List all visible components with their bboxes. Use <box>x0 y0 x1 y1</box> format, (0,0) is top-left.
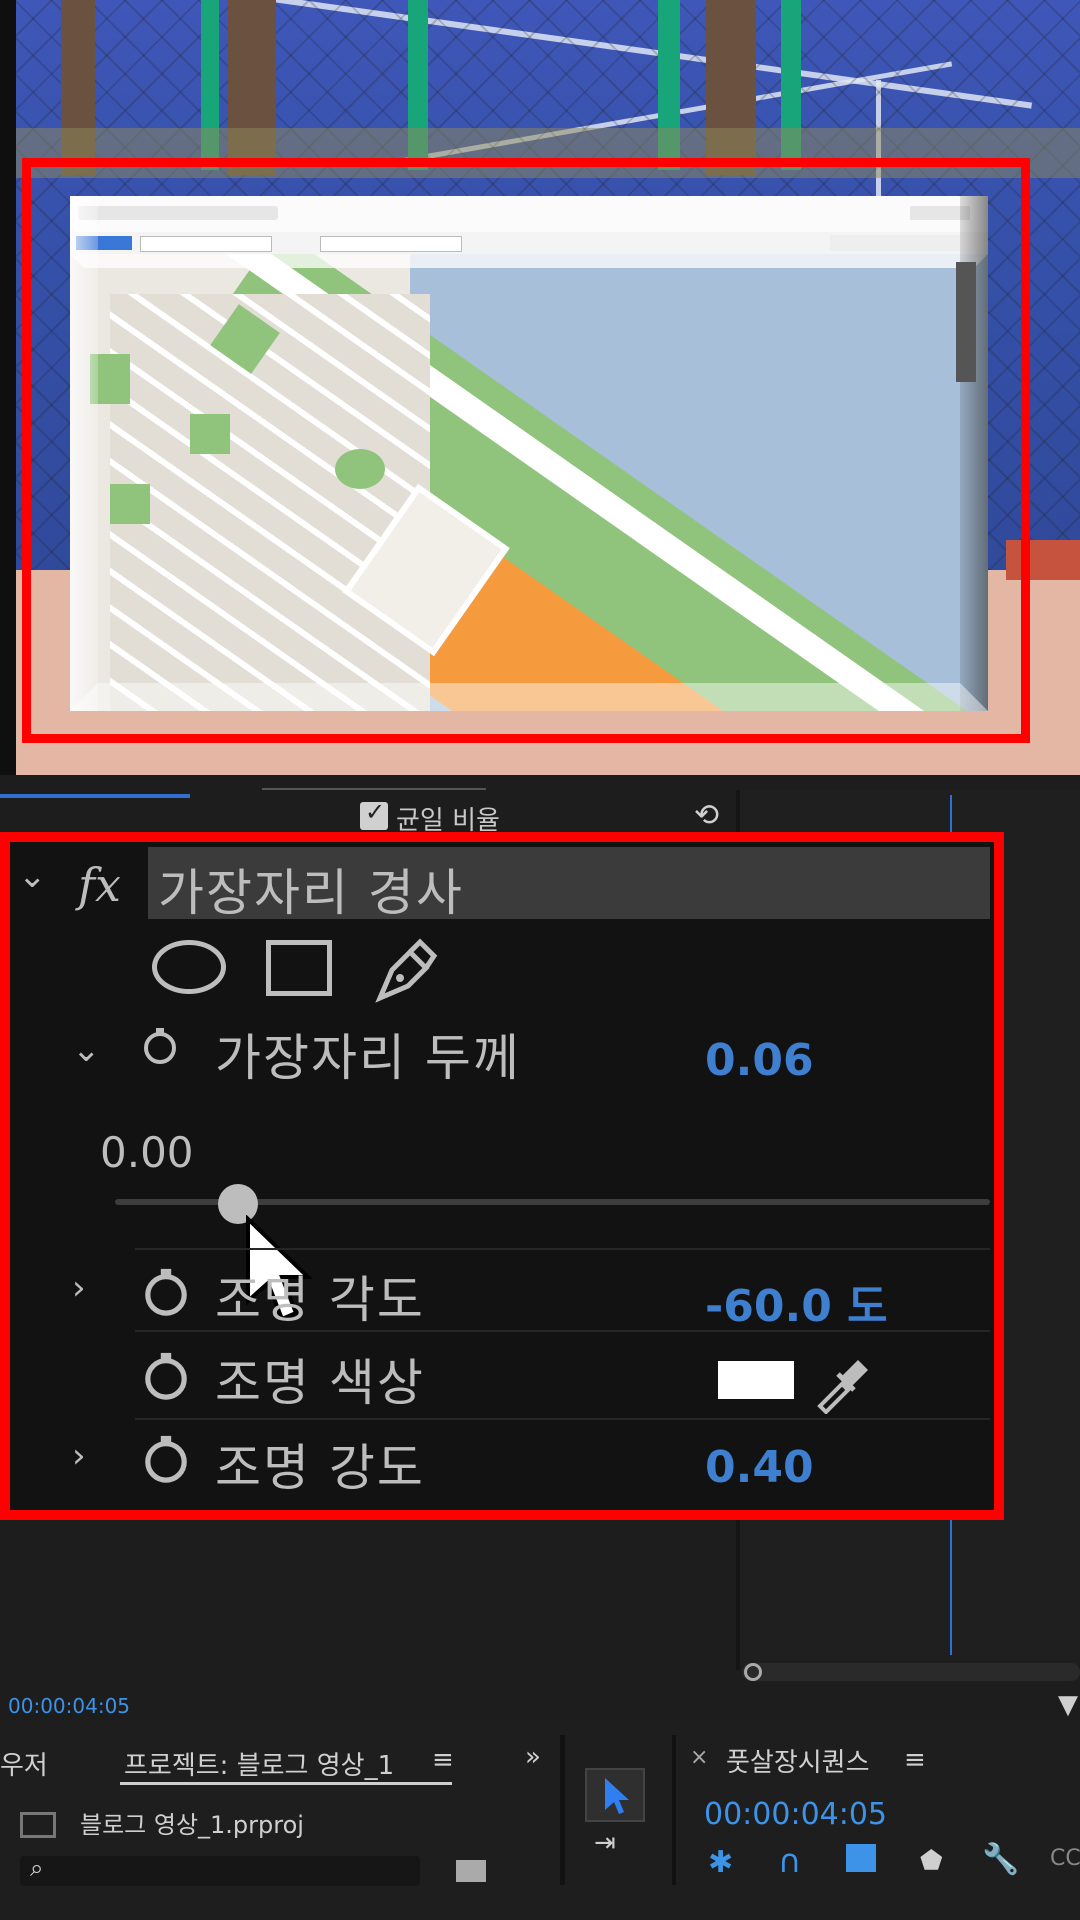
effect-header[interactable]: 가장자리 경사 <box>148 847 990 922</box>
uniform-scale-checkbox[interactable]: ✓ <box>360 798 388 830</box>
sequence-timecode[interactable]: 00:00:04:05 <box>704 1797 887 1832</box>
partial-timecode <box>0 788 200 808</box>
snap-magnet-icon[interactable]: ∩ <box>778 1842 801 1880</box>
edge-thickness-value[interactable]: 0.06 <box>705 1035 814 1086</box>
fx-icon[interactable]: fx <box>78 858 121 912</box>
expand-thickness-chevron-icon[interactable]: ⌄ <box>72 1030 101 1070</box>
search-icon: ⌕ <box>30 1854 44 1882</box>
linked-selection-icon[interactable] <box>846 1844 876 1872</box>
collapse-effect-chevron-icon[interactable]: ⌄ <box>18 856 47 896</box>
timeline-scrollbar[interactable] <box>742 1663 1080 1681</box>
track-select-tool-icon[interactable]: ⇥ <box>594 1828 616 1858</box>
project-search-input[interactable]: ⌕ <box>20 1854 420 1886</box>
panel-divider <box>560 1735 565 1885</box>
current-timecode[interactable]: 00:00:04:05 <box>8 1694 130 1718</box>
edge-thickness-label: 가장자리 두께 <box>215 1029 521 1087</box>
expand-angle-chevron-icon[interactable]: › <box>72 1268 86 1308</box>
light-color-label: 조명 색상 <box>215 1354 425 1412</box>
stopwatch-icon[interactable] <box>140 1432 192 1488</box>
project-folder-icon <box>20 1812 56 1838</box>
scrollbar-handle[interactable] <box>744 1663 762 1681</box>
light-angle-value[interactable]: -60.0 도 <box>705 1270 888 1334</box>
slider-min-label: 0.00 <box>100 1128 194 1177</box>
row-divider <box>135 1248 990 1250</box>
eyedropper-icon[interactable] <box>812 1352 874 1418</box>
expand-panels-icon[interactable]: » <box>525 1742 541 1772</box>
add-marker-icon[interactable]: ⬟ <box>920 1846 943 1876</box>
rectangle-mask-icon[interactable] <box>266 940 332 996</box>
monitor-left-edge <box>0 0 16 775</box>
snap-nest-icon[interactable]: ✱ <box>708 1845 733 1880</box>
light-color-swatch[interactable] <box>718 1361 794 1399</box>
stopwatch-icon[interactable] <box>140 1025 180 1069</box>
expand-intensity-chevron-icon[interactable]: › <box>72 1436 86 1476</box>
stopwatch-icon[interactable] <box>140 1265 192 1321</box>
program-monitor-preview <box>0 0 1080 775</box>
new-bin-icon[interactable] <box>456 1860 486 1882</box>
highlight-box-preview <box>22 158 1030 743</box>
wrench-icon[interactable]: 🔧 <box>982 1842 1019 1877</box>
row-divider <box>135 1330 990 1332</box>
project-tab[interactable]: 프로젝트: 블로그 영상_1 <box>124 1745 394 1782</box>
selection-tool[interactable] <box>585 1768 645 1822</box>
light-intensity-value[interactable]: 0.40 <box>705 1442 814 1493</box>
light-angle-label: 조명 각도 <box>215 1271 425 1329</box>
reset-icon[interactable]: ⟲ <box>694 798 719 833</box>
stopwatch-icon[interactable] <box>140 1349 192 1405</box>
tab-partial[interactable]: 우저 <box>0 1745 48 1782</box>
sequence-tab[interactable]: 풋살장시퀀스 <box>726 1742 870 1779</box>
effect-name: 가장자리 경사 <box>158 864 464 922</box>
light-intensity-label: 조명 강도 <box>215 1439 425 1497</box>
row-divider <box>135 1418 990 1420</box>
filter-icon[interactable]: ▼ <box>1058 1690 1078 1720</box>
panel-divider <box>672 1735 676 1885</box>
captions-icon[interactable]: CC <box>1050 1846 1080 1871</box>
close-sequence-icon[interactable]: × <box>690 1745 708 1770</box>
ellipse-mask-icon[interactable] <box>152 940 226 994</box>
pen-mask-icon[interactable] <box>370 934 440 1008</box>
project-tab-underline <box>120 1782 452 1785</box>
sequence-menu-icon[interactable]: ≡ <box>904 1745 926 1775</box>
project-menu-icon[interactable]: ≡ <box>432 1745 454 1775</box>
project-file-name[interactable]: 블로그 영상_1.prproj <box>80 1805 304 1840</box>
